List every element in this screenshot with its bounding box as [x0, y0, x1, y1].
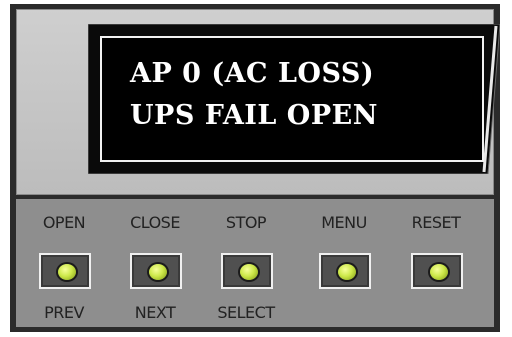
- led-indicator-icon: [149, 264, 167, 280]
- prev-label: PREV: [44, 303, 84, 322]
- led-indicator-icon: [240, 264, 258, 280]
- open-label: OPEN: [42, 213, 86, 232]
- lcd-display: AP 0 (AC LOSS) UPS FAIL OPEN: [100, 36, 484, 162]
- lcd-line-2: UPS FAIL OPEN: [130, 100, 378, 131]
- menu-button[interactable]: [319, 253, 371, 289]
- button-section: OPEN PREV CLOSE NEXT STOP SELECT MENU RE…: [16, 199, 494, 327]
- led-indicator-icon: [338, 264, 356, 280]
- close-label: CLOSE: [130, 213, 180, 232]
- lcd-line-1: AP 0 (AC LOSS): [130, 58, 375, 89]
- reset-button[interactable]: [411, 253, 463, 289]
- reset-label: RESET: [411, 213, 461, 232]
- close-button[interactable]: [130, 253, 182, 289]
- led-indicator-icon: [430, 264, 448, 280]
- led-indicator-icon: [58, 264, 76, 280]
- open-button[interactable]: [39, 253, 91, 289]
- menu-label: MENU: [321, 213, 367, 232]
- stop-button[interactable]: [221, 253, 273, 289]
- stop-label: STOP: [225, 213, 267, 232]
- select-label: SELECT: [217, 303, 275, 322]
- next-label: NEXT: [134, 303, 176, 322]
